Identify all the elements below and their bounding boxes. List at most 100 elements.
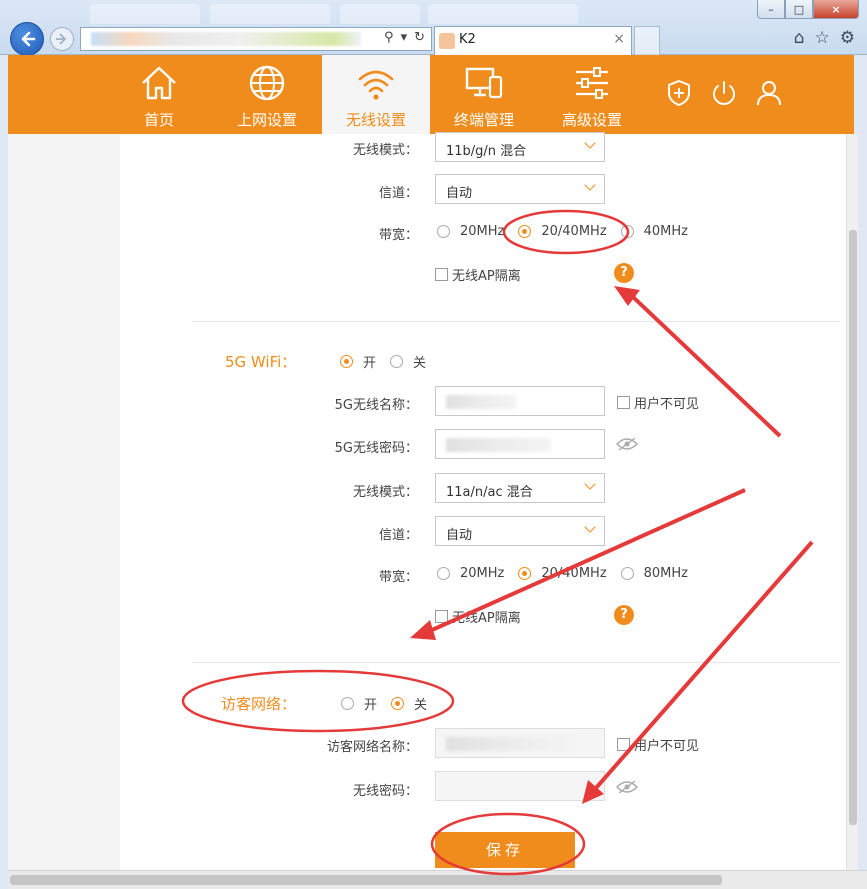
guest-off[interactable]: 关 (391, 694, 427, 713)
radio-label: 20MHz (460, 224, 505, 239)
tab-close-button[interactable]: × (613, 31, 625, 47)
help-icon[interactable]: ? (614, 263, 634, 283)
back-arrow-icon[interactable] (10, 22, 44, 56)
radio-button[interactable] (341, 697, 354, 710)
vertical-scrollbar[interactable] (846, 134, 858, 870)
radio-button[interactable] (340, 355, 353, 368)
radio-label: 40MHz (643, 224, 688, 239)
wifi24-channel-select[interactable]: 自动 (435, 174, 605, 204)
guest-password-input[interactable] (435, 771, 605, 801)
wifi5g-channel-select[interactable]: 自动 (435, 516, 605, 546)
wifi5g-hidden-checkbox[interactable]: 用户不可见 (617, 393, 699, 412)
dropdown-icon[interactable]: ▾ (401, 30, 408, 45)
wifi24-mode-value: 11b/g/n 混合 (446, 144, 527, 159)
horizontal-scrollbar[interactable] (8, 870, 867, 889)
radio-button[interactable] (390, 355, 404, 368)
guest-hidden-checkbox[interactable]: 用户不可见 (617, 735, 699, 754)
wifi5g-mode-select[interactable]: 11a/n/ac 混合 (435, 473, 605, 503)
user-icon[interactable] (754, 78, 784, 108)
wifi5g-on[interactable]: 开 (340, 352, 376, 371)
wifi5g-ap-isolation[interactable]: 无线AP隔离 (435, 607, 521, 626)
nav-internet[interactable]: 上网设置 (213, 55, 321, 134)
radio-button[interactable] (620, 225, 634, 238)
wifi5g-off[interactable]: 关 (390, 352, 426, 371)
wifi-icon (358, 70, 394, 100)
wifi5g-password-label: 5G无线密码： (334, 441, 418, 456)
wifi5g-mode-label: 无线模式： (352, 485, 418, 500)
nav-home[interactable]: 首页 (105, 55, 213, 134)
wifi5g-name-label: 5G无线名称： (334, 398, 418, 413)
guest-on[interactable]: 开 (341, 694, 377, 713)
wifi5g-mode-value: 11a/n/ac 混合 (446, 485, 533, 500)
nav-label: 终端管理 (453, 111, 514, 129)
help-icon[interactable]: ? (614, 605, 634, 625)
checkbox[interactable] (617, 738, 630, 751)
globe-icon (249, 65, 285, 101)
wifi24-bw-20[interactable]: 20MHz (437, 224, 504, 239)
favicon-icon (439, 33, 455, 49)
nav-label: 上网设置 (236, 111, 297, 129)
wifi5g-bw-20[interactable]: 20MHz (437, 566, 504, 581)
hscroll-thumb[interactable] (10, 875, 722, 885)
radio-button[interactable] (437, 567, 450, 580)
divider (192, 662, 840, 663)
scroll-thumb[interactable] (849, 230, 857, 825)
checkbox[interactable] (435, 610, 448, 623)
power-icon[interactable] (709, 78, 739, 108)
wifi5g-bw-80[interactable]: 80MHz (620, 566, 688, 581)
wifi24-mode-select[interactable]: 11b/g/n 混合 (435, 132, 605, 162)
wifi24-bandwidth-group: 20MHz 20/40MHz 40MHz (437, 224, 702, 239)
refresh-icon[interactable]: ↻ (414, 30, 425, 45)
tab-active[interactable]: K2 × (434, 26, 632, 55)
maximize-button[interactable]: □ (785, 0, 813, 19)
wifi24-ap-isolation[interactable]: 无线AP隔离 (435, 265, 521, 284)
guest-name-input[interactable] (435, 728, 605, 758)
wifi24-mode-label: 无线模式： (352, 143, 418, 158)
devices-icon (465, 67, 503, 99)
gear-icon[interactable]: ⚙ (840, 28, 855, 48)
chevron-down-icon (584, 521, 596, 533)
nav-devices[interactable]: 终端管理 (430, 55, 538, 134)
eye-hidden-icon[interactable] (616, 437, 638, 451)
wifi5g-password-input[interactable] (435, 429, 605, 459)
checkbox[interactable] (435, 268, 448, 281)
nav-advanced[interactable]: 高级设置 (538, 55, 646, 134)
tab-title: K2 (459, 32, 476, 47)
background-tab[interactable] (210, 4, 330, 24)
wifi5g-channel-value: 自动 (446, 528, 473, 543)
search-icon[interactable]: ⚲ (384, 30, 394, 45)
nav-label: 首页 (143, 111, 174, 129)
wifi24-bw-40[interactable]: 40MHz (620, 224, 688, 239)
radio-label: 开 (364, 698, 378, 713)
address-bar[interactable]: ⚲ ▾ ↻ (80, 27, 432, 51)
star-icon[interactable]: ☆ (815, 28, 830, 48)
background-tab[interactable] (90, 4, 200, 24)
radio-button[interactable] (391, 697, 405, 710)
radio-button[interactable] (518, 567, 532, 580)
wifi5g-bw-2040[interactable]: 20/40MHz (518, 566, 607, 581)
forward-arrow-icon[interactable] (50, 27, 74, 51)
radio-button[interactable] (620, 567, 634, 580)
radio-label: 关 (414, 698, 428, 713)
chevron-down-icon (584, 478, 596, 490)
close-window-button[interactable]: × (813, 0, 859, 19)
wifi5g-title: 5G WiFi： (225, 353, 297, 371)
radio-button[interactable] (437, 225, 450, 238)
radio-button[interactable] (518, 225, 532, 238)
save-button[interactable]: 保存 (435, 832, 575, 868)
new-tab-button[interactable] (634, 26, 660, 55)
nav-wireless[interactable]: 无线设置 (322, 55, 430, 134)
background-tab[interactable] (340, 4, 420, 24)
wifi24-bw-2040[interactable]: 20/40MHz (518, 224, 607, 239)
wifi5g-channel-label: 信道： (378, 528, 418, 543)
eye-hidden-icon[interactable] (616, 780, 638, 794)
background-tab[interactable] (428, 4, 578, 24)
shield-plus-icon[interactable] (664, 78, 694, 108)
home-icon[interactable]: ⌂ (794, 28, 805, 48)
divider (192, 321, 840, 322)
minimize-button[interactable]: – (757, 0, 785, 19)
radio-label: 20MHz (460, 566, 505, 581)
checkbox[interactable] (617, 396, 630, 409)
wifi5g-name-input[interactable] (435, 386, 605, 416)
radio-label: 开 (363, 356, 377, 371)
